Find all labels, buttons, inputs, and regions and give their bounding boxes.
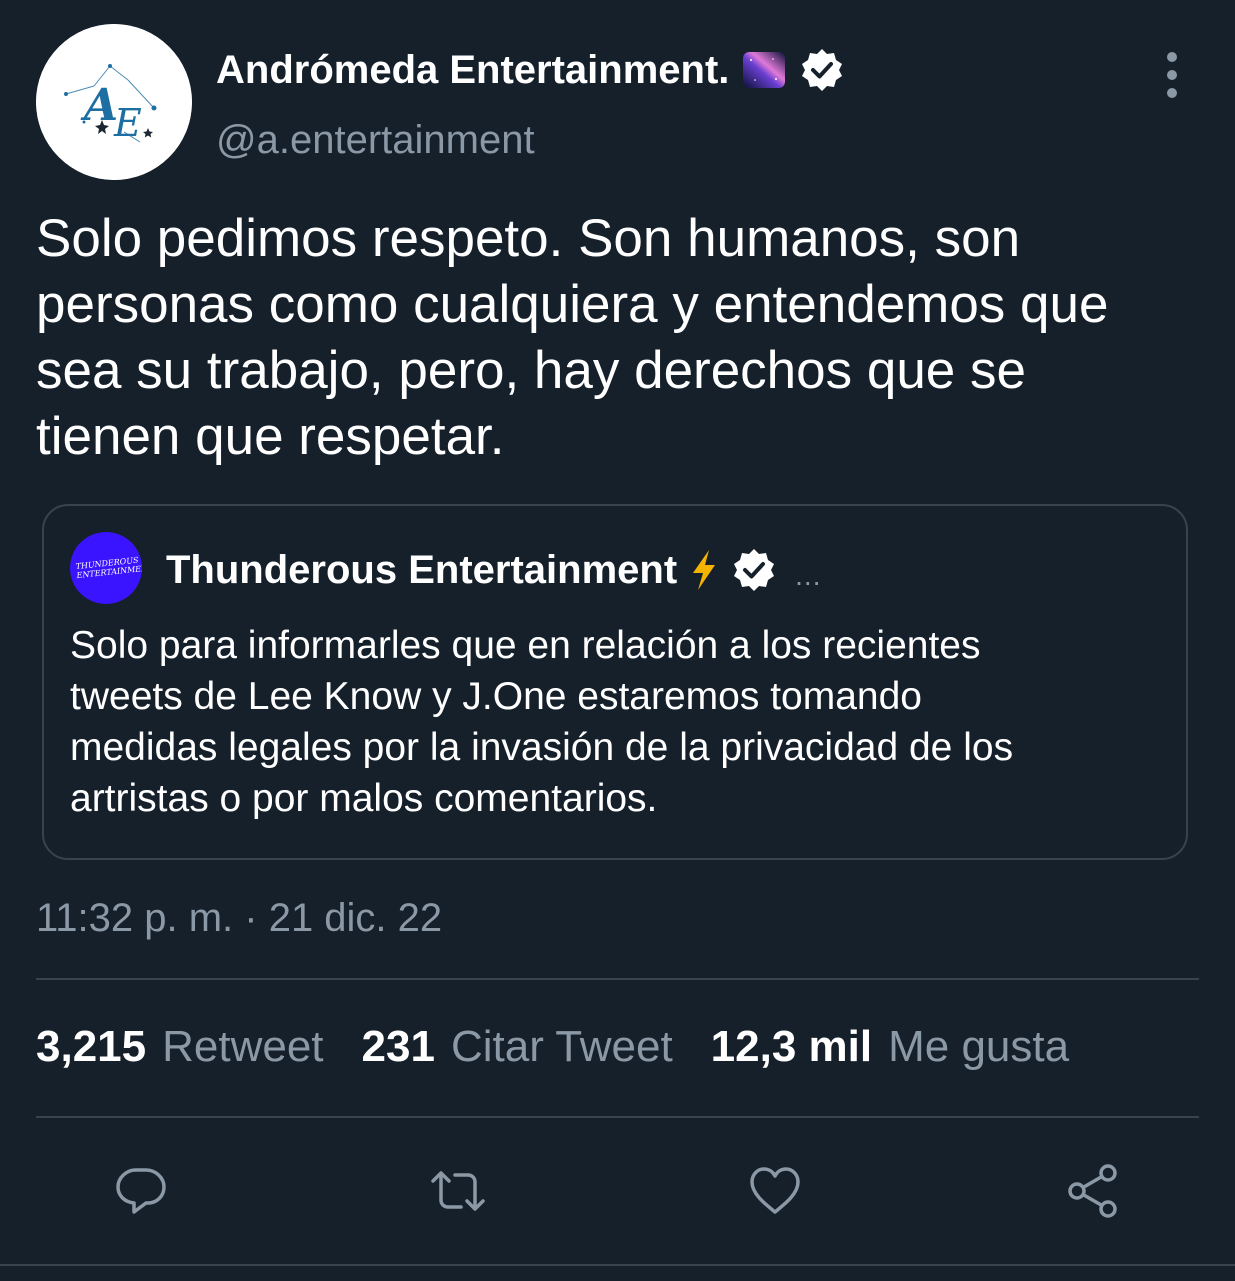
svg-text:E: E	[113, 101, 142, 145]
tweet-text-line: tienen que respetar.	[36, 407, 505, 466]
retweets-label: Retweet	[162, 1022, 324, 1071]
quoted-author-avatar[interactable]: THUNDEROUS ENTERTAINMENT	[70, 532, 142, 604]
quoted-text-line: artristas o por malos comentarios.	[70, 777, 658, 820]
quoted-more-label: ...	[795, 560, 822, 591]
quoted-display-name: Thunderous Entertainment	[166, 547, 678, 592]
likes-stat[interactable]: 12,3 mil Me gusta	[711, 1022, 1069, 1072]
tweet-text: Solo pedimos respeto. Son humanos, son p…	[36, 206, 1201, 470]
like-icon	[750, 1167, 800, 1214]
more-options-button[interactable]	[1152, 52, 1192, 98]
reply-icon	[116, 1168, 166, 1214]
author-name-row[interactable]: Andrómeda Entertainment.	[216, 44, 845, 96]
divider	[0, 1264, 1235, 1266]
tweet-text-line: Solo pedimos respeto. Son humanos, son	[36, 209, 1021, 268]
lightning-bolt-icon	[689, 548, 719, 592]
likes-label: Me gusta	[888, 1022, 1070, 1071]
reply-button[interactable]	[106, 1156, 176, 1226]
tweet-action-bar	[0, 1156, 1235, 1226]
more-vertical-icon	[1167, 52, 1177, 62]
quoted-tweet-text: Solo para informarles que en relación a …	[70, 620, 1170, 824]
verified-badge-icon	[731, 547, 777, 593]
retweet-icon	[431, 1171, 485, 1211]
retweet-button[interactable]	[423, 1156, 493, 1226]
galaxy-emoji-icon	[743, 52, 786, 88]
quoted-text-line: Solo para informarles que en relación a …	[70, 624, 981, 667]
retweets-stat[interactable]: 3,215 Retweet	[36, 1022, 324, 1072]
author-avatar[interactable]: A E	[36, 24, 192, 180]
verified-badge-icon	[799, 47, 845, 93]
andromeda-logo-icon: A E	[36, 24, 192, 180]
more-dot	[1167, 88, 1177, 98]
divider	[36, 1116, 1199, 1118]
tweet-text-line: personas como cualquiera y entendemos qu…	[36, 275, 1109, 334]
likes-count: 12,3 mil	[710, 1022, 873, 1071]
author-handle[interactable]: @a.entertainment	[216, 118, 535, 163]
svg-text:A: A	[80, 80, 118, 131]
share-icon	[1068, 1164, 1117, 1218]
quotes-stat[interactable]: 231 Citar Tweet	[362, 1022, 673, 1072]
quoted-tweet-card[interactable]: THUNDEROUS ENTERTAINMENT Thunderous Ente…	[42, 504, 1188, 860]
like-button[interactable]	[740, 1156, 810, 1226]
tweet-stats: 3,215 Retweet 231 Citar Tweet 12,3 mil M…	[36, 1022, 1107, 1072]
tweet-text-line: sea su trabajo, pero, hay derechos que s…	[36, 341, 1026, 400]
quotes-count: 231	[361, 1022, 435, 1071]
author-display-name[interactable]: Andrómeda Entertainment.	[216, 48, 729, 93]
more-dot	[1167, 70, 1177, 80]
quotes-label: Citar Tweet	[450, 1022, 673, 1071]
tweet-timestamp[interactable]: 11:32 p. m. · 21 dic. 22	[36, 896, 442, 941]
quoted-author-row: Thunderous Entertainment ...	[166, 544, 821, 596]
quoted-avatar-logo: THUNDEROUS ENTERTAINMENT	[75, 555, 142, 581]
share-button[interactable]	[1058, 1156, 1128, 1226]
quoted-text-line: tweets de Lee Know y J.One estaremos tom…	[70, 675, 922, 718]
retweets-count: 3,215	[36, 1022, 147, 1071]
divider	[36, 978, 1199, 980]
quoted-text-line: medidas legales por la invasión de la pr…	[70, 726, 1014, 769]
